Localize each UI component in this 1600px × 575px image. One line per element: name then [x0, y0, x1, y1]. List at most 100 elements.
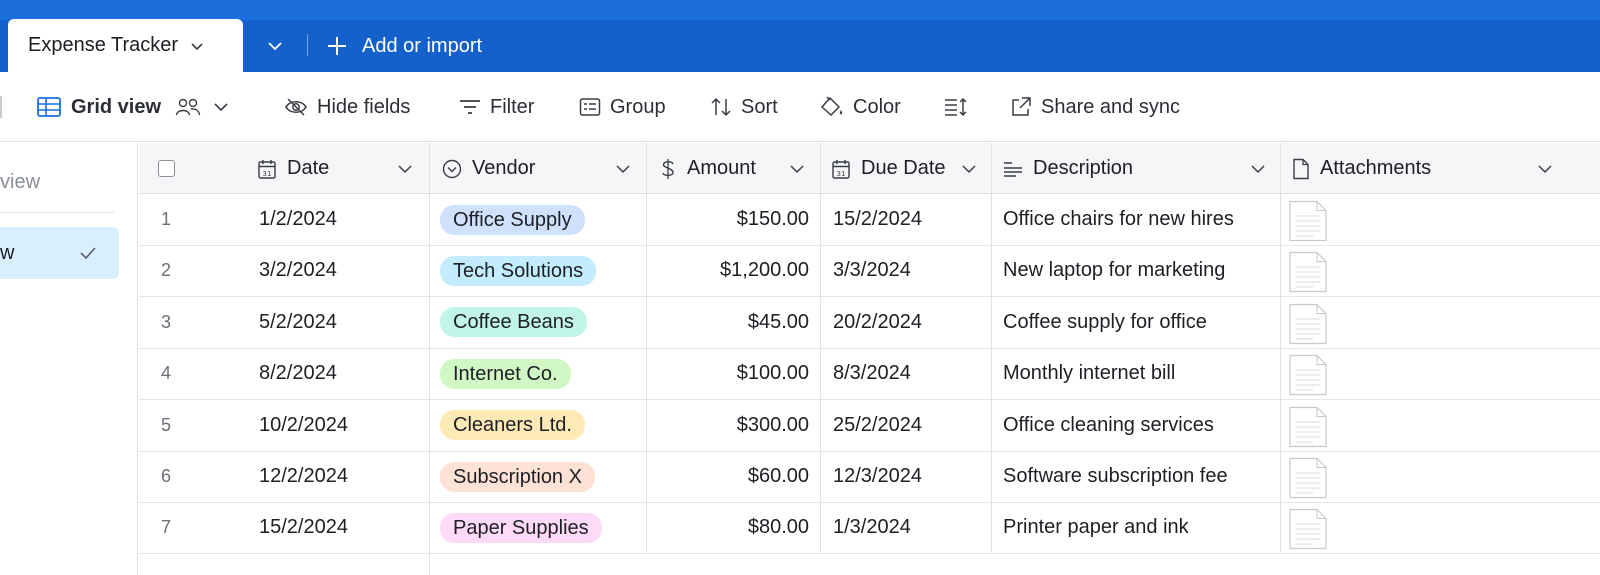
- attachments-cell[interactable]: [1281, 297, 1600, 348]
- table-row[interactable]: 7 15/2/2024 Paper Supplies $80.00 1/3/2024 Pr…: [139, 502, 1600, 555]
- due-date-cell[interactable]: 12/3/2024: [833, 451, 922, 502]
- grid-view-button[interactable]: Grid view: [36, 90, 238, 124]
- amount-cell[interactable]: $60.00: [647, 451, 809, 502]
- vendor-cell[interactable]: Tech Solutions: [440, 245, 597, 296]
- column-header-label: Amount: [687, 157, 756, 179]
- document-thumbnail-icon[interactable]: [1287, 200, 1329, 242]
- tab-expense-tracker[interactable]: Expense Tracker: [8, 19, 243, 72]
- chevron-down-icon[interactable]: [190, 39, 204, 53]
- date-cell[interactable]: 12/2/2024: [259, 451, 348, 502]
- document-thumbnail-icon[interactable]: [1287, 303, 1329, 345]
- due-date-cell[interactable]: 15/2/2024: [833, 194, 922, 245]
- row-number: 3: [161, 311, 172, 332]
- group-button[interactable]: Group: [579, 90, 666, 124]
- color-label: Color: [853, 95, 901, 118]
- amount-cell[interactable]: $1,200.00: [647, 245, 809, 296]
- column-header-attachments[interactable]: Attachments: [1292, 143, 1567, 194]
- due-date-cell[interactable]: 25/2/2024: [833, 400, 922, 451]
- attachments-cell[interactable]: [1281, 400, 1600, 451]
- document-thumbnail-icon[interactable]: [1287, 354, 1329, 396]
- due-date-cell[interactable]: 8/3/2024: [833, 348, 911, 399]
- table-row[interactable]: 4 8/2/2024 Internet Co. $100.00 8/3/2024 Mont…: [139, 348, 1600, 401]
- column-header-date[interactable]: 31 Date: [257, 143, 429, 194]
- document-thumbnail-icon[interactable]: [1287, 251, 1329, 293]
- due-date-cell[interactable]: 20/2/2024: [833, 297, 922, 348]
- attachments-cell[interactable]: [1281, 245, 1600, 296]
- column-header-due-date[interactable]: 31 Due Date: [831, 143, 991, 194]
- document-thumbnail-icon[interactable]: [1287, 508, 1329, 550]
- views-sidebar: view w: [0, 143, 138, 575]
- chevron-down-icon[interactable]: [1537, 161, 1553, 177]
- vendor-tag: Coffee Beans: [440, 307, 587, 338]
- paint-bucket-icon: [820, 96, 843, 117]
- table-row[interactable]: 1 1/2/2024 Office Supply $150.00 15/2/2024 Of…: [139, 194, 1600, 246]
- vendor-cell[interactable]: Cleaners Ltd.: [440, 400, 585, 451]
- add-or-import-button[interactable]: Add or import: [326, 28, 482, 64]
- filter-label: Filter: [490, 95, 535, 118]
- attachments-cell[interactable]: [1281, 348, 1600, 399]
- description-cell[interactable]: Office chairs for new hires: [1003, 194, 1234, 245]
- chevron-down-icon[interactable]: [961, 161, 977, 177]
- share-and-sync-button[interactable]: Share and sync: [1010, 90, 1180, 124]
- filter-button[interactable]: Filter: [459, 90, 534, 124]
- grid-header: 31 Date Vendor Amount 31 Due Date Descri…: [139, 143, 1600, 194]
- attachments-cell[interactable]: [1281, 502, 1600, 553]
- amount-cell[interactable]: $100.00: [647, 348, 809, 399]
- document-thumbnail-icon[interactable]: [1287, 457, 1329, 499]
- table-row[interactable]: 5 10/2/2024 Cleaners Ltd. $300.00 25/2/2024 O…: [139, 400, 1600, 452]
- due-date-cell[interactable]: 3/3/2024: [833, 245, 911, 296]
- eye-slash-icon: [285, 98, 307, 116]
- vendor-cell[interactable]: Paper Supplies: [440, 502, 602, 553]
- amount-cell[interactable]: $80.00: [647, 502, 809, 553]
- grid-view-label: Grid view: [71, 95, 162, 118]
- plus-icon: [326, 35, 348, 57]
- column-header-amount[interactable]: Amount: [659, 143, 819, 194]
- description-cell[interactable]: Office cleaning services: [1003, 400, 1214, 451]
- chevron-down-icon[interactable]: [213, 99, 229, 115]
- date-cell[interactable]: 8/2/2024: [259, 348, 337, 399]
- column-header-description[interactable]: Description: [1003, 143, 1278, 194]
- description-cell[interactable]: Software subscription fee: [1003, 451, 1228, 502]
- hide-fields-button[interactable]: Hide fields: [284, 90, 410, 124]
- date-cell[interactable]: 1/2/2024: [259, 194, 337, 245]
- sort-button[interactable]: Sort: [710, 90, 778, 124]
- amount-cell[interactable]: $45.00: [647, 297, 809, 348]
- vendor-cell[interactable]: Subscription X: [440, 451, 595, 502]
- vendor-cell[interactable]: Coffee Beans: [440, 297, 587, 348]
- vendor-cell[interactable]: Internet Co.: [440, 348, 571, 399]
- chevron-down-icon[interactable]: [1250, 161, 1266, 177]
- table-row[interactable]: 3 5/2/2024 Coffee Beans $45.00 20/2/2024 Coff…: [139, 297, 1600, 349]
- row-height-icon: [945, 97, 967, 117]
- date-cell[interactable]: 15/2/2024: [259, 502, 348, 553]
- chevron-down-icon[interactable]: [789, 161, 805, 177]
- amount-cell[interactable]: $300.00: [647, 400, 809, 451]
- attachments-cell[interactable]: [1281, 451, 1600, 502]
- description-cell[interactable]: Coffee supply for office: [1003, 297, 1207, 348]
- date-cell[interactable]: 3/2/2024: [259, 245, 337, 296]
- row-number: 4: [161, 363, 172, 384]
- description-cell[interactable]: Monthly internet bill: [1003, 348, 1175, 399]
- document-thumbnail-icon[interactable]: [1287, 406, 1329, 448]
- vendor-cell[interactable]: Office Supply: [440, 194, 585, 245]
- find-view-input[interactable]: view: [0, 171, 40, 194]
- description-cell[interactable]: Printer paper and ink: [1003, 502, 1189, 553]
- date-cell[interactable]: 10/2/2024: [259, 400, 348, 451]
- chevron-down-icon[interactable]: [397, 161, 413, 177]
- sort-label: Sort: [741, 95, 778, 118]
- top-bar: Expense Tracker Add or import: [0, 0, 1600, 72]
- description-cell[interactable]: New laptop for marketing: [1003, 245, 1225, 296]
- attachments-cell[interactable]: [1281, 194, 1600, 245]
- tables-dropdown-button[interactable]: [255, 28, 295, 64]
- column-header-vendor[interactable]: Vendor: [442, 143, 657, 194]
- amount-cell[interactable]: $150.00: [647, 194, 809, 245]
- chevron-down-icon[interactable]: [615, 161, 631, 177]
- color-button[interactable]: Color: [820, 90, 901, 124]
- table-row[interactable]: 6 12/2/2024 Subscription X $60.00 12/3/2024 S…: [139, 451, 1600, 503]
- table-row[interactable]: 2 3/2/2024 Tech Solutions $1,200.00 3/3/2024…: [139, 245, 1600, 298]
- sidebar-item-grid-view[interactable]: w: [0, 227, 119, 279]
- due-date-cell[interactable]: 1/3/2024: [833, 502, 911, 553]
- sidebar-divider: [0, 212, 114, 213]
- select-all-checkbox[interactable]: [158, 160, 175, 177]
- date-cell[interactable]: 5/2/2024: [259, 297, 337, 348]
- row-height-button[interactable]: [944, 90, 977, 124]
